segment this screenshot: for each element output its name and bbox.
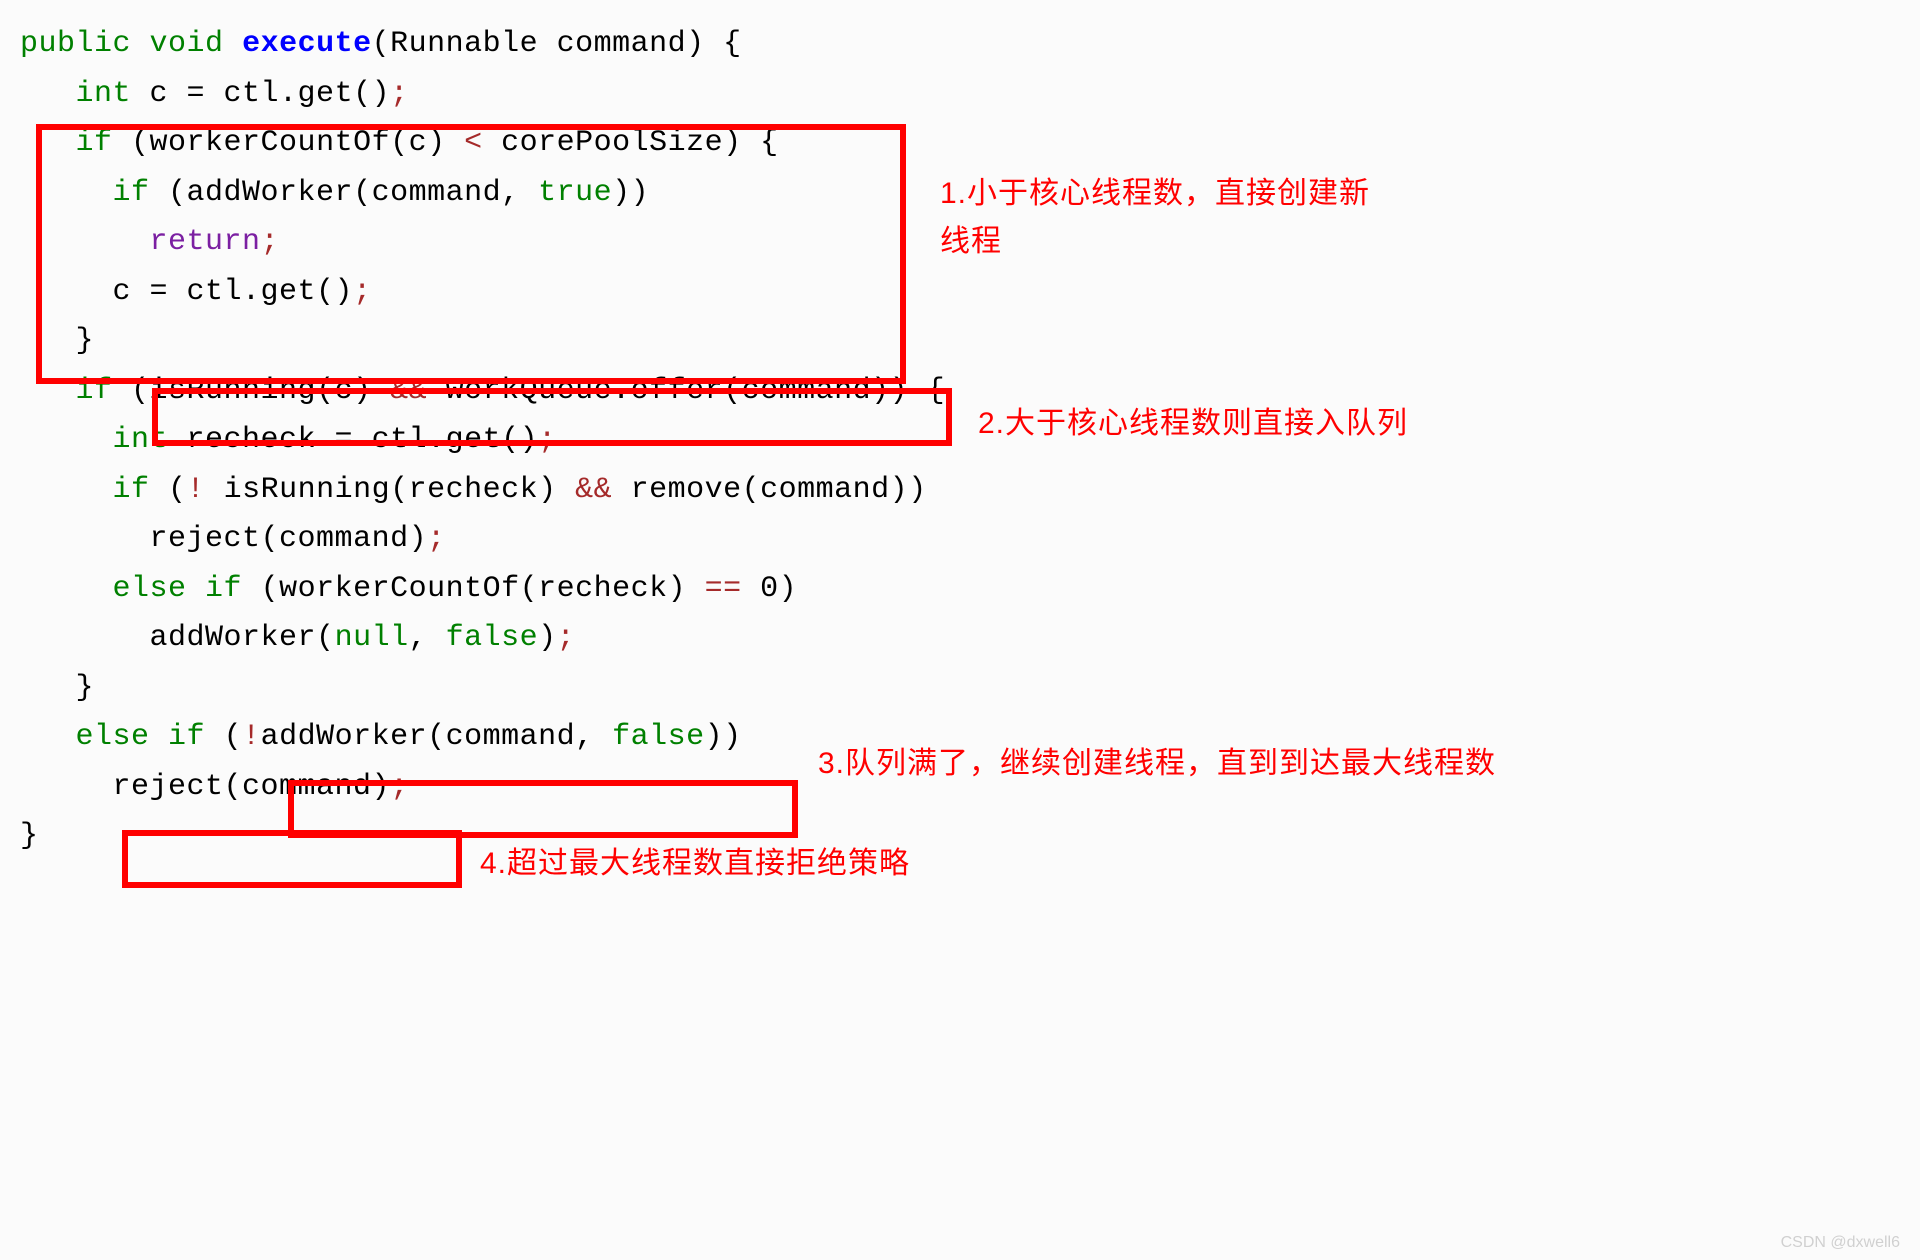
keyword-null: null bbox=[335, 621, 409, 655]
code-text: )) bbox=[612, 176, 649, 210]
code-line-11: reject(command); bbox=[20, 515, 1900, 565]
annotation-2: 2.大于核心线程数则直接入队列 bbox=[978, 400, 1428, 448]
code-text: reject(command) bbox=[150, 522, 428, 556]
code-block: public void execute(Runnable command) { … bbox=[20, 20, 1900, 862]
code-line-1: public void execute(Runnable command) { bbox=[20, 20, 1900, 70]
code-text: workQueue.offer(command)) { bbox=[427, 374, 945, 408]
keyword-false: false bbox=[612, 720, 705, 754]
code-text: (Runnable command) { bbox=[372, 27, 742, 61]
code-text: corePoolSize) { bbox=[483, 126, 779, 160]
semicolon: ; bbox=[261, 225, 280, 259]
keyword-return: return bbox=[150, 225, 261, 259]
brace-close: } bbox=[76, 324, 95, 358]
code-line-2: int c = ctl.get(); bbox=[20, 70, 1900, 120]
semicolon: ; bbox=[427, 522, 446, 556]
keyword-true: true bbox=[538, 176, 612, 210]
operator-not: ! bbox=[187, 473, 206, 507]
code-line-7: } bbox=[20, 317, 1900, 367]
annotation-1: 1.小于核心线程数，直接创建新线程 bbox=[940, 170, 1390, 266]
operator-and: && bbox=[575, 473, 612, 507]
semicolon: ; bbox=[353, 275, 372, 309]
code-text: c = ctl.get() bbox=[131, 77, 390, 111]
code-line-8: if (isRunning(c) && workQueue.offer(comm… bbox=[20, 367, 1900, 417]
code-text: 0) bbox=[742, 572, 798, 606]
code-line-13: addWorker(null, false); bbox=[20, 614, 1900, 664]
code-text: (addWorker(command, bbox=[150, 176, 539, 210]
keyword-if: if bbox=[113, 176, 150, 210]
semicolon: ; bbox=[538, 423, 557, 457]
code-line-12: else if (workerCountOf(recheck) == 0) bbox=[20, 565, 1900, 615]
code-line-3: if (workerCountOf(c) < corePoolSize) { bbox=[20, 119, 1900, 169]
semicolon: ; bbox=[390, 77, 409, 111]
function-name: execute bbox=[242, 27, 372, 61]
operator-not: ! bbox=[242, 720, 261, 754]
annotation-3: 3.队列满了，继续创建线程，直到到达最大线程数 bbox=[818, 740, 1518, 788]
keyword-int: int bbox=[76, 77, 132, 111]
code-text: ( bbox=[150, 473, 187, 507]
watermark: CSDN @dxwell6 bbox=[1781, 1234, 1900, 1252]
keyword-void: void bbox=[150, 27, 224, 61]
code-text: (workerCountOf(c) bbox=[113, 126, 465, 160]
operator-lt: < bbox=[464, 126, 483, 160]
brace-close: } bbox=[20, 819, 39, 853]
keyword-if: if bbox=[205, 572, 242, 606]
code-line-9: int recheck = ctl.get(); bbox=[20, 416, 1900, 466]
code-text: reject(command) bbox=[113, 770, 391, 804]
brace-close: } bbox=[76, 671, 95, 705]
keyword-false: false bbox=[446, 621, 539, 655]
keyword-public: public bbox=[20, 27, 131, 61]
annotation-4: 4.超过最大线程数直接拒绝策略 bbox=[480, 840, 1080, 888]
keyword-if: if bbox=[168, 720, 205, 754]
code-text: recheck = ctl.get() bbox=[168, 423, 538, 457]
keyword-else: else bbox=[76, 720, 150, 754]
keyword-if: if bbox=[76, 126, 113, 160]
operator-and: && bbox=[390, 374, 427, 408]
code-text: addWorker(command, bbox=[261, 720, 613, 754]
keyword-else: else bbox=[113, 572, 187, 606]
code-text: (workerCountOf(recheck) bbox=[242, 572, 705, 606]
code-line-6: c = ctl.get(); bbox=[20, 268, 1900, 318]
code-text: ( bbox=[205, 720, 242, 754]
code-text: ) bbox=[538, 621, 557, 655]
keyword-if: if bbox=[76, 374, 113, 408]
code-text: c = ctl.get() bbox=[113, 275, 354, 309]
code-text: addWorker( bbox=[150, 621, 335, 655]
keyword-int: int bbox=[113, 423, 169, 457]
semicolon: ; bbox=[390, 770, 409, 804]
keyword-if: if bbox=[113, 473, 150, 507]
code-line-10: if (! isRunning(recheck) && remove(comma… bbox=[20, 466, 1900, 516]
semicolon: ; bbox=[557, 621, 576, 655]
code-text: isRunning(recheck) bbox=[205, 473, 575, 507]
operator-eq: == bbox=[705, 572, 742, 606]
code-text: remove(command)) bbox=[612, 473, 927, 507]
code-text: (isRunning(c) bbox=[113, 374, 391, 408]
code-line-14: } bbox=[20, 664, 1900, 714]
code-text: )) bbox=[705, 720, 742, 754]
code-text: , bbox=[409, 621, 446, 655]
